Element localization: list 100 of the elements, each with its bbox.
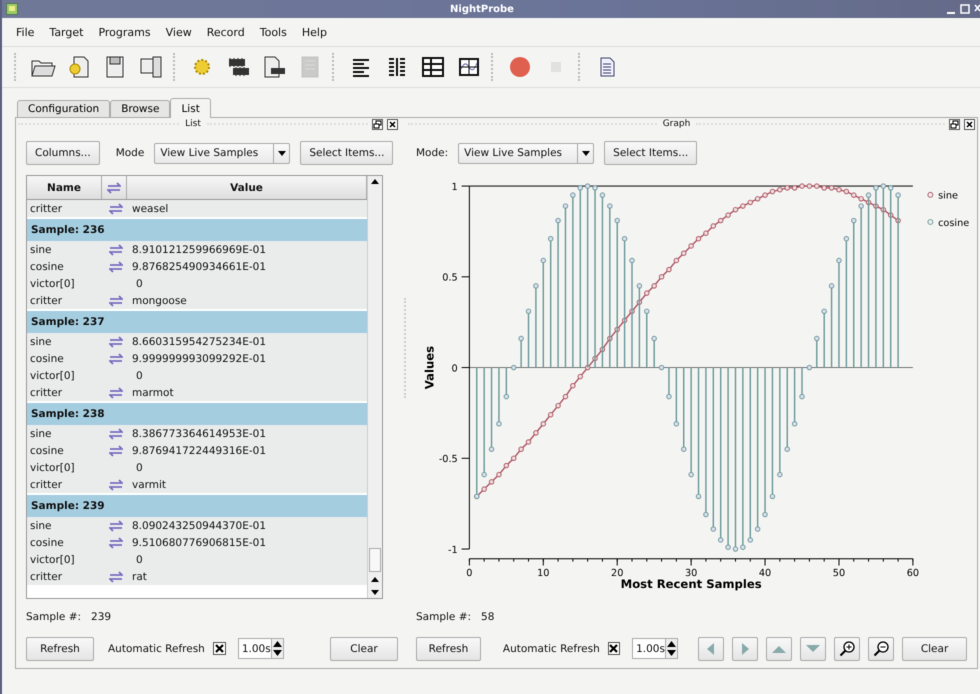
- columns-button[interactable]: Columns...: [26, 141, 100, 165]
- table-cell-text: 0: [135, 554, 144, 566]
- table-cell-text: 9.999999993099292E-01: [131, 352, 268, 364]
- sample-number-label: Sample #:: [416, 611, 472, 623]
- table-row[interactable]: critter marmot: [27, 384, 367, 401]
- legend-label: cosine: [938, 218, 970, 229]
- x-tick-label: 60: [906, 568, 920, 580]
- table-cell-text: 9.876825490934661E-01: [131, 260, 268, 272]
- interval-spinbox[interactable]: 1.00s: [238, 638, 284, 659]
- table-cell-text: rat: [131, 570, 148, 582]
- table-row[interactable]: victor[0] 0: [27, 459, 367, 476]
- table-cell-text: victor[0]: [29, 462, 76, 474]
- refresh-button[interactable]: Refresh: [26, 636, 94, 660]
- table-cell-text: 9.510680776906815E-01: [131, 536, 268, 548]
- table-cell-text: critter: [29, 570, 64, 582]
- mode-label: Mode: [116, 147, 144, 159]
- table-row[interactable]: sine 8.910121259966969E-01: [27, 241, 367, 258]
- table-cell-text: mongoose: [131, 294, 188, 306]
- table-cell-text: critter: [29, 386, 64, 398]
- mode-dropdown[interactable]: View Live Samples: [154, 142, 290, 164]
- table-cell-text: sine: [29, 336, 53, 348]
- menu-item[interactable]: File: [16, 26, 34, 38]
- table-cell-text: 0: [135, 462, 144, 474]
- menu-item[interactable]: Help: [302, 26, 327, 38]
- menu-item[interactable]: Target: [49, 26, 84, 38]
- table-row[interactable]: cosine 9.876941722449316E-01: [27, 442, 367, 459]
- x-tick-label: 20: [611, 568, 624, 580]
- table-cell-text: 8.386773364614953E-01: [131, 428, 268, 440]
- column-header[interactable]: Name: [27, 176, 102, 199]
- sample-header-row[interactable]: Sample: 237: [27, 311, 367, 333]
- x-axis-label: Most Recent Samples: [620, 576, 762, 591]
- table-row[interactable]: sine 8.660315954275234E-01: [27, 333, 367, 350]
- x-tick-label: 50: [832, 568, 846, 580]
- clear-button[interactable]: Clear: [330, 636, 398, 660]
- menu-item[interactable]: Record: [206, 26, 245, 38]
- table-row[interactable]: victor[0] 0: [27, 551, 367, 568]
- x-tick-label: 30: [684, 568, 698, 580]
- table-cell-text: cosine: [29, 352, 65, 364]
- table-row[interactable]: critter mongoose: [27, 292, 367, 309]
- tab[interactable]: List: [170, 98, 211, 118]
- table-cell-text: victor[0]: [29, 278, 76, 290]
- window-title: NightProbe: [449, 4, 515, 14]
- clear-button[interactable]: Clear: [902, 636, 968, 660]
- table-cell-text: cosine: [29, 444, 65, 456]
- y-tick-label: 0.5: [442, 272, 458, 284]
- mode-dropdown[interactable]: View Live Samples: [458, 142, 594, 164]
- mode-label: Mode:: [416, 147, 448, 159]
- table-cell-text: 8.090243250944370E-01: [131, 520, 268, 532]
- x-tick-label: 0: [466, 568, 472, 580]
- menu-item[interactable]: Programs: [98, 26, 151, 38]
- select-items-button[interactable]: Select Items...: [300, 141, 394, 165]
- table-row[interactable]: critter varmit: [27, 476, 367, 493]
- y-tick-label: -0.5: [438, 454, 458, 466]
- legend-label: sine: [938, 190, 958, 202]
- table-row[interactable]: sine 8.386773364614953E-01: [27, 425, 367, 442]
- table-cell-text: cosine: [29, 536, 65, 548]
- menu-item[interactable]: View: [166, 26, 192, 38]
- table-row[interactable]: cosine 9.999999993099292E-01: [27, 350, 367, 367]
- tab[interactable]: Configuration: [17, 100, 110, 117]
- table-row[interactable]: sine 8.090243250944370E-01: [27, 517, 367, 534]
- sample-header-row[interactable]: Sample: 236: [27, 219, 367, 241]
- x-tick-label: 10: [537, 568, 550, 580]
- auto-refresh-label: Automatic Refresh: [502, 642, 600, 654]
- table-cell-text: 8.910121259966969E-01: [131, 244, 268, 256]
- table-cell-text: marmot: [131, 386, 175, 398]
- table-cell-text: critter: [29, 294, 64, 306]
- menu-item[interactable]: Tools: [260, 26, 287, 38]
- tab[interactable]: Browse: [110, 100, 170, 117]
- sample-number-value: 239: [91, 611, 112, 623]
- panel-title: List: [184, 119, 202, 129]
- table-cell-text: cosine: [29, 260, 65, 272]
- y-tick-label: -1: [448, 544, 458, 556]
- y-tick-label: 0: [452, 363, 458, 374]
- table-row[interactable]: critter weasel: [27, 200, 367, 217]
- table-row[interactable]: victor[0] 0: [27, 275, 367, 292]
- table-cell-text: 0: [135, 278, 144, 290]
- table-cell-text: sine: [29, 244, 53, 256]
- sample-header-row[interactable]: Sample: 239: [27, 495, 367, 517]
- y-tick-label: 1: [452, 182, 458, 193]
- x-tick-label: 40: [758, 568, 772, 580]
- table-cell-text: 0: [135, 370, 144, 382]
- panel-title: Graph: [662, 119, 692, 129]
- table-cell-text: victor[0]: [29, 554, 76, 566]
- y-axis-label: Values: [422, 346, 436, 390]
- table-cell-text: sine: [29, 520, 53, 532]
- table-cell-text: 9.876941722449316E-01: [131, 444, 268, 456]
- sample-number-label: Sample #:: [26, 611, 82, 623]
- interval-spinbox[interactable]: 1.00s: [632, 638, 678, 659]
- table-cell-text: victor[0]: [29, 370, 76, 382]
- table-cell-text: varmit: [131, 478, 168, 490]
- table-row[interactable]: victor[0] 0: [27, 367, 367, 384]
- table-cell-text: 8.660315954275234E-01: [131, 336, 268, 348]
- table-row[interactable]: critter rat: [27, 568, 367, 585]
- table-cell-text: critter: [29, 202, 64, 214]
- table-row[interactable]: cosine 9.510680776906815E-01: [27, 534, 367, 551]
- sample-header-row[interactable]: Sample: 238: [27, 403, 367, 425]
- table-row[interactable]: cosine 9.876825490934661E-01: [27, 258, 367, 275]
- refresh-button[interactable]: Refresh: [416, 636, 481, 660]
- select-items-button[interactable]: Select Items...: [604, 141, 698, 165]
- table-cell-text: weasel: [131, 202, 170, 214]
